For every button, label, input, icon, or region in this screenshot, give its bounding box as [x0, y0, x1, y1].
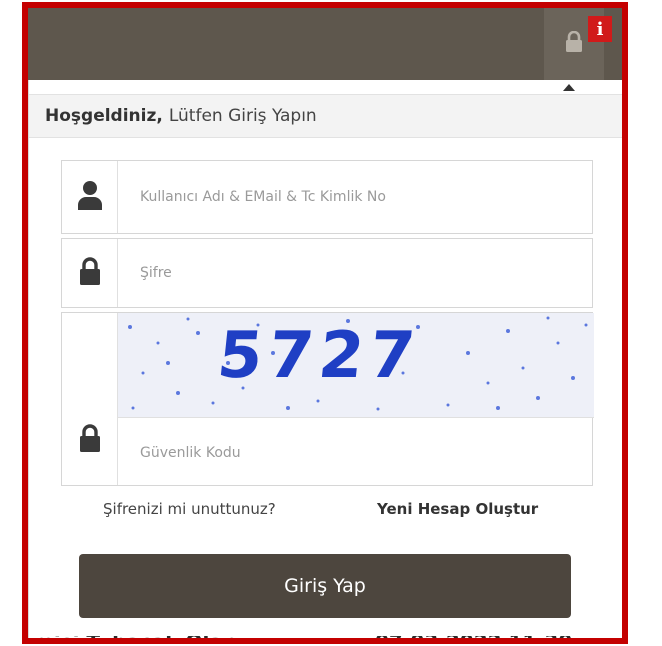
dropdown-caret [563, 84, 575, 91]
welcome-title: Hoşgeldiniz, [45, 106, 163, 126]
login-popup-frame: i Hoşgeldiniz, Lütfen Giriş Yapın Kullan… [22, 2, 628, 644]
login-button[interactable]: Giriş Yap [79, 554, 571, 618]
username-field[interactable]: Kullanıcı Adı & EMail & Tc Kimlik No [61, 160, 593, 234]
login-panel: Hoşgeldiniz, Lütfen Giriş Yapın Kullanıc… [28, 80, 622, 638]
captcha-code: 5727 [214, 319, 425, 393]
welcome-header: Hoşgeldiniz, Lütfen Giriş Yapın [29, 94, 622, 138]
captcha-input-placeholder[interactable]: Güvenlik Kodu [140, 418, 241, 487]
user-icon [77, 180, 103, 214]
background-row: misi Tubacak Olan 07.03.2022 11:30 [29, 636, 622, 638]
lock-icon [77, 423, 103, 457]
lock-icon [77, 256, 103, 290]
captcha-image: 5727 [118, 313, 594, 417]
password-field[interactable]: Şifre [61, 238, 593, 308]
info-badge[interactable]: i [588, 16, 612, 42]
password-icon-cell [62, 239, 118, 307]
auth-links: Şifrenizi mi unuttunuz? Yeni Hesap Oluşt… [29, 500, 622, 524]
register-link[interactable]: Yeni Hesap Oluştur [377, 500, 538, 518]
captcha-field: 5727 Güvenlik Kodu [61, 312, 594, 487]
username-icon-cell [62, 161, 118, 233]
background-date: 07.03.2022 11:30 [375, 636, 572, 638]
forgot-password-link[interactable]: Şifrenizi mi unuttunuz? [103, 500, 276, 518]
password-input[interactable]: Şifre [140, 239, 172, 307]
captcha-input[interactable]: Güvenlik Kodu [118, 417, 594, 487]
welcome-subtitle: Lütfen Giriş Yapın [168, 106, 317, 126]
username-input[interactable]: Kullanıcı Adı & EMail & Tc Kimlik No [140, 161, 386, 233]
top-bar: i [28, 8, 622, 80]
lock-icon [564, 30, 584, 57]
captcha-icon-cell [62, 313, 118, 485]
background-title: misi Tubacak Olan [33, 636, 237, 638]
